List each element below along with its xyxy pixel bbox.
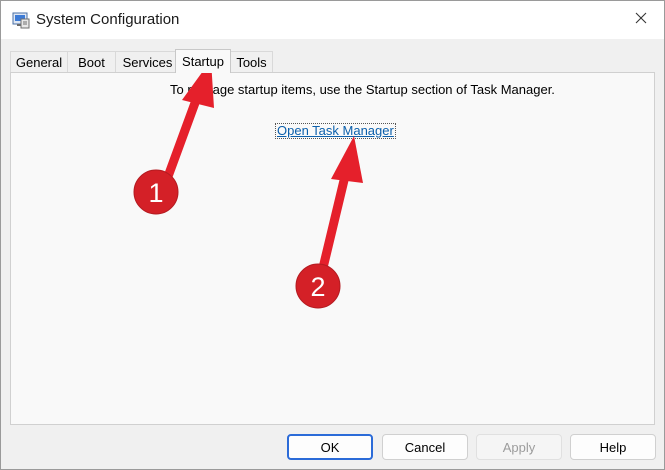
tab-startup[interactable]: Startup (175, 49, 231, 73)
tab-general[interactable]: General (10, 51, 68, 72)
cancel-button[interactable]: Cancel (382, 434, 468, 460)
apply-button[interactable]: Apply (476, 434, 562, 460)
msconfig-icon (12, 11, 30, 29)
startup-info-text: To manage startup items, use the Startup… (170, 82, 555, 97)
tab-boot[interactable]: Boot (67, 51, 116, 72)
window-title: System Configuration (36, 11, 180, 28)
tab-tools[interactable]: Tools (230, 51, 273, 72)
help-button[interactable]: Help (570, 434, 656, 460)
close-icon (635, 11, 647, 29)
tab-strip: General Boot Services Startup Tools (10, 49, 655, 73)
system-configuration-window: System Configuration General Boot Servic… (0, 0, 665, 470)
open-task-manager-link[interactable]: Open Task Manager (275, 123, 396, 139)
ok-button[interactable]: OK (287, 434, 373, 460)
tab-services[interactable]: Services (115, 51, 180, 72)
title-bar: System Configuration (1, 1, 664, 39)
close-button[interactable] (618, 1, 664, 39)
